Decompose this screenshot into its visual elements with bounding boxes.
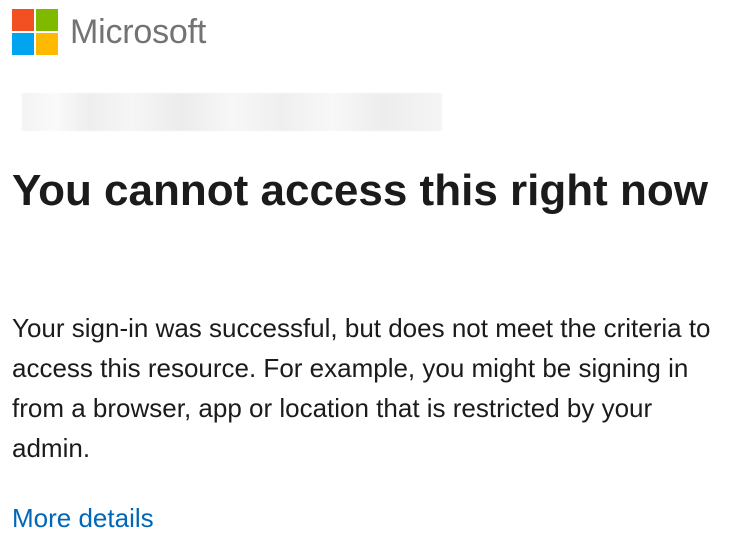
microsoft-logo-icon [12,9,58,55]
logo-green-square [36,9,58,31]
logo-yellow-square [36,33,58,55]
redacted-account-identity [22,93,442,131]
access-denied-message: Your sign-in was successful, but does no… [12,313,711,463]
more-details-link[interactable]: More details [12,498,154,538]
signed-in-account [12,92,444,132]
microsoft-brand: Microsoft [12,8,206,56]
page-title: You cannot access this right now [12,166,708,215]
sign-in-error-page: Microsoft You cannot access this right n… [12,0,734,544]
microsoft-wordmark: Microsoft [70,13,207,51]
logo-blue-square [12,33,34,55]
logo-red-square [12,9,34,31]
